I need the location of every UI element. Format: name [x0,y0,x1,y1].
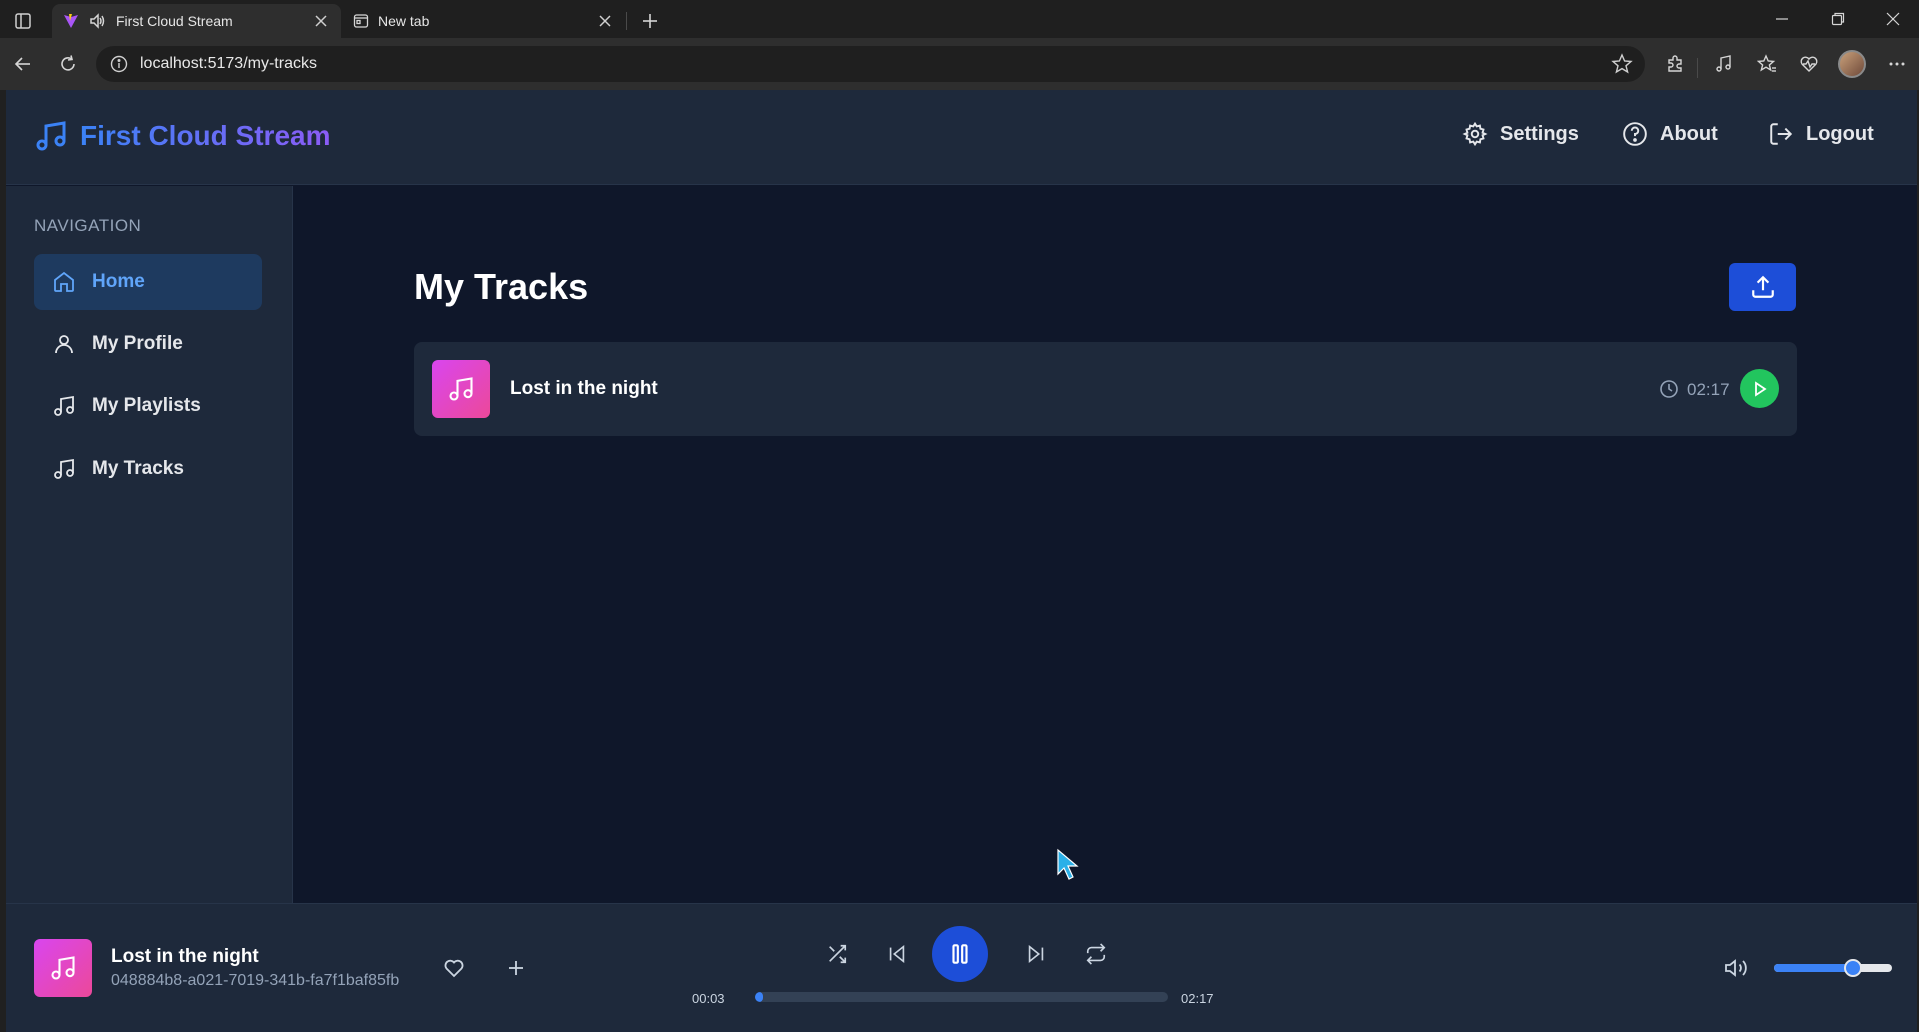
tab-actions-icon[interactable] [10,8,36,34]
help-circle-icon [1623,122,1647,146]
next-button[interactable] [1022,940,1050,968]
shuffle-button[interactable] [823,940,851,968]
nav-heading: NAVIGATION [34,216,142,235]
track-artwork [432,360,490,418]
volume-fill [1774,964,1854,972]
page-title: My Tracks [414,266,589,307]
player-bar: Lost in the night 048884b8-a021-7019-341… [6,903,1917,1032]
settings-label: Settings [1500,122,1579,145]
volume-thumb[interactable] [1844,959,1863,977]
skip-forward-icon [1028,944,1044,964]
extensions-icon[interactable] [1661,50,1689,78]
sidebar-item-label: My Profile [92,333,183,354]
close-window-button[interactable] [1865,0,1919,38]
profile-avatar[interactable] [1838,50,1866,78]
play-icon [1754,380,1767,397]
current-time: 00:03 [692,991,725,1006]
music-note-icon [449,377,473,401]
upload-icon [1751,275,1774,298]
brand-logo[interactable]: First Cloud Stream [34,118,330,154]
plus-icon [509,961,523,975]
repeat-icon [1086,943,1106,965]
track-duration: 02:17 [1687,380,1730,399]
sidebar-item-label: Home [92,271,145,292]
home-icon [54,271,74,292]
sidebar-item-label: My Playlists [92,395,201,416]
gear-icon [1462,121,1488,147]
shuffle-icon [829,944,847,964]
music-note-icon [54,395,74,416]
progress-bar[interactable] [755,992,1168,1002]
user-icon [55,335,73,354]
now-playing-track-id: 048884b8-a021-7019-341b-fa7f1baf85fb [111,972,400,989]
previous-button[interactable] [883,940,911,968]
more-options-icon[interactable] [1883,50,1911,78]
upload-button[interactable] [1729,263,1796,311]
toolbar-separator [1697,58,1698,78]
minimize-button[interactable] [1754,0,1810,38]
pause-button[interactable] [932,926,988,982]
info-icon[interactable] [110,55,128,73]
app-viewport: First Cloud Stream Settings About Logout… [6,90,1917,1032]
brand-name: First Cloud Stream [80,120,331,151]
add-to-playlist-button[interactable] [502,954,530,982]
skip-back-icon [889,944,905,964]
volume-button[interactable] [1722,954,1750,982]
vite-favicon-icon [62,12,80,30]
tab-title: First Cloud Stream [116,13,233,29]
address-bar[interactable]: localhost:5173/my-tracks [96,46,1645,82]
logout-icon [1770,123,1793,145]
volume-icon [1725,959,1747,977]
sidebar: NAVIGATION Home My Profile My Playlists [6,186,293,903]
restore-button[interactable] [1810,0,1866,38]
close-icon[interactable] [311,11,331,31]
pause-icon [952,944,968,964]
heart-icon [444,959,464,978]
back-button[interactable] [9,50,37,78]
track-row[interactable]: Lost in the night 02:17 [414,342,1797,436]
music-note-icon [51,956,75,980]
media-control-icon[interactable] [1710,50,1738,78]
now-playing-artwork [34,939,92,997]
clock-icon [1660,380,1678,398]
track-title[interactable]: Lost in the night [510,378,658,400]
refresh-button[interactable] [54,50,82,78]
new-tab-page-icon [352,12,370,30]
sidebar-item-label: My Tracks [92,458,184,479]
tab-divider [626,12,627,30]
tab-first-cloud-stream[interactable]: First Cloud Stream [52,4,341,38]
like-button[interactable] [440,954,468,982]
browser-essentials-icon[interactable] [1795,50,1823,78]
sidebar-item-home[interactable]: Home [34,254,262,310]
sidebar-item-my-profile[interactable]: My Profile [34,316,262,372]
logout-label: Logout [1806,122,1874,145]
tab-title: New tab [378,13,430,29]
browser-window: First Cloud Stream New tab localhost:517… [0,0,1919,1032]
volume-slider[interactable] [1774,959,1892,977]
track-play-button[interactable] [1740,369,1779,408]
tab-strip: First Cloud Stream New tab [0,0,1919,38]
app-header: First Cloud Stream Settings About Logout [6,90,1917,185]
logout-link[interactable]: Logout [1768,121,1874,147]
main-content: My Tracks Lost in the night 02:17 [294,186,1917,903]
music-note-icon [36,121,66,151]
favorite-star-icon[interactable] [1611,53,1633,75]
settings-link[interactable]: Settings [1462,121,1579,147]
about-label: About [1660,122,1718,145]
speaker-icon[interactable] [88,12,106,30]
tab-new-tab[interactable]: New tab [342,4,625,38]
new-tab-button[interactable] [636,7,664,35]
url-text[interactable]: localhost:5173/my-tracks [140,55,1611,73]
now-playing-title: Lost in the night [111,946,259,967]
about-link[interactable]: About [1622,121,1718,147]
sidebar-item-my-playlists[interactable]: My Playlists [34,378,262,434]
browser-toolbar: localhost:5173/my-tracks [0,38,1919,90]
favorites-icon[interactable] [1753,50,1781,78]
close-icon[interactable] [595,11,615,31]
progress-fill [755,992,764,1002]
music-note-icon [54,458,74,479]
total-time: 02:17 [1181,991,1214,1006]
repeat-button[interactable] [1082,940,1110,968]
sidebar-item-my-tracks[interactable]: My Tracks [34,441,262,497]
